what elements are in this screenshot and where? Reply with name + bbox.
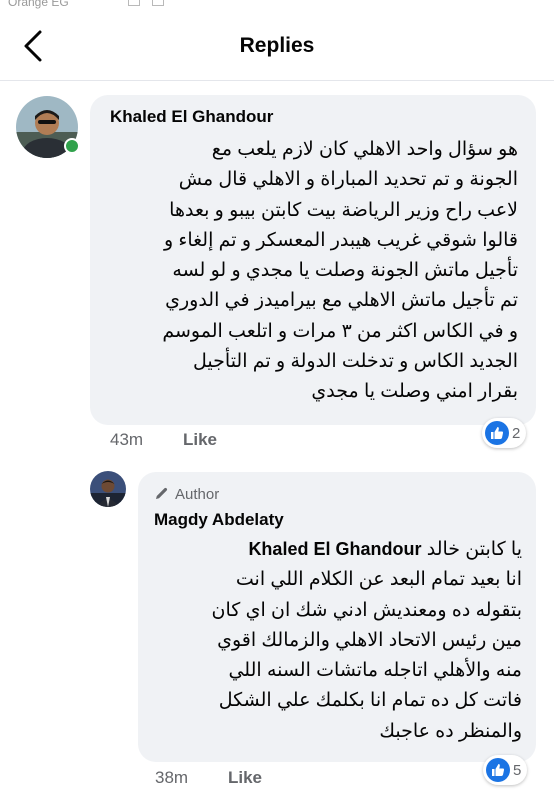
page-title: Replies: [239, 34, 315, 57]
reply-first-line: يا كابتن خالد Khaled El Ghandour: [154, 534, 522, 565]
thumbs-up-icon: [486, 758, 510, 782]
pencil-icon: [154, 486, 169, 505]
reply-bubble: Author Magdy Abdelaty يا كابتن خالد Khal…: [138, 472, 536, 762]
comment-author[interactable]: Khaled El Ghandour: [110, 107, 273, 127]
comment-line: الجونة و تم تحديد المباراة و الاهلي قال …: [178, 169, 518, 191]
reply-line: مين رئيس الاتحاد الاهلي والزمالك اقوي: [217, 629, 522, 651]
reaction-summary[interactable]: 2: [482, 418, 527, 448]
reply-line: انا بعيد تمام البعد عن الكلام اللي انت: [235, 569, 522, 591]
reply-line: يا كابتن خالد: [426, 539, 522, 560]
comment-line: الجديد الكاس و تدخلت الدولة و تم التأجيل: [193, 351, 518, 373]
online-status-icon: [64, 138, 80, 154]
top-bar: Replies: [0, 14, 554, 81]
reaction-count: 5: [513, 761, 522, 779]
comment-line: و في الكاس اكثر من ٣ مرات و اتلعب الموسم: [162, 320, 518, 342]
comment-line: لاعب راح وزير الرياضة بيت كابتن بيبو و ب…: [169, 199, 518, 221]
comment-line: قالوا شوقي غريب هيبدر المعسكر و تم إلغاء…: [163, 229, 518, 251]
comment-text: هو سؤال واحد الاهلي كان لازم يلعب مع الج…: [98, 135, 518, 408]
reply-timestamp: 38m: [155, 768, 189, 787]
carrier-label: Orange EG: [8, 0, 69, 9]
reply-reaction-summary[interactable]: 5: [483, 755, 528, 785]
comment-line: تم تأجيل ماتش الاهلي مع بيراميدز في الدو…: [165, 290, 518, 312]
reply-like-button[interactable]: Like: [228, 768, 262, 788]
author-badge-label: Author: [175, 486, 220, 503]
reply-line: بتقوله ده ومعنديش ادني شك ان اي كان: [211, 599, 523, 621]
comment-timestamp: 43m: [110, 430, 144, 449]
thumbs-up-icon: [485, 421, 509, 445]
status-icon: [128, 0, 140, 6]
comment-bubble: Khaled El Ghandour هو سؤال واحد الاهلي ك…: [90, 95, 536, 425]
comment-line: هو سؤال واحد الاهلي كان لازم يلعب مع: [211, 139, 518, 160]
author-badge: Author: [154, 486, 219, 505]
reply-line: منه والأهلي اتاجله ماتشات السنه اللي: [228, 660, 522, 682]
comment-line: تأجيل ماتش الجونة وصلت يا مجدي و لو لسه: [172, 260, 518, 282]
reply-line: والمنظر ده عاجبك: [379, 720, 522, 742]
status-bar: Orange EG: [0, 0, 554, 14]
like-button[interactable]: Like: [183, 430, 217, 450]
comment-line: بقرار امني وصلت يا مجدي: [311, 381, 518, 403]
status-icon: [152, 0, 164, 6]
reply-text: يا كابتن خالد Khaled El Ghandour انا بعي…: [154, 534, 523, 747]
reply-line: فاتت كل ده تمام انا بكلمك علي الشكل: [218, 690, 522, 712]
reaction-count: 2: [512, 424, 521, 442]
avatar-photo: [90, 471, 126, 507]
reply-author[interactable]: Magdy Abdelaty: [154, 510, 284, 530]
reply-avatar[interactable]: [90, 471, 126, 507]
mention-link[interactable]: Khaled El Ghandour: [248, 539, 421, 559]
